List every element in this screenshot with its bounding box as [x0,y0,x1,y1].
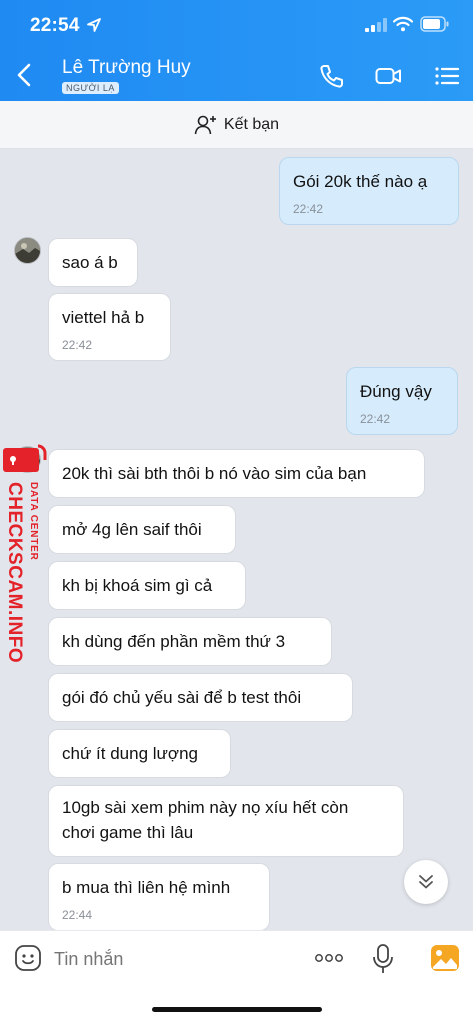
message-text: kh dùng đến phần mềm thứ 3 [62,632,286,651]
message-bubble-incoming[interactable]: viettel hả b 22:42 [48,293,171,361]
scroll-to-bottom-button[interactable] [404,860,448,904]
add-friend-button[interactable]: Kết bạn [0,101,473,149]
message-bubble-incoming[interactable]: 20k thì sài bth thôi b nó vào sim của bạ… [48,449,425,498]
double-chevron-down-icon [419,875,433,889]
message-bubble-incoming[interactable]: mở 4g lên saif thôi [48,505,236,554]
message-text: chứ ít dung lượng [62,744,198,763]
phone-icon[interactable] [318,62,346,90]
video-camera-icon[interactable] [374,62,402,90]
menu-list-icon[interactable] [433,62,461,90]
message-text-line: 10gb sài xem phim này nọ xíu hết còn [62,798,349,817]
battery-icon [420,16,449,32]
message-text: viettel hả b [62,308,145,327]
message-time: 22:42 [293,202,324,216]
message-bubble-incoming[interactable]: sao á b [48,238,138,287]
home-indicator [152,1007,322,1012]
contact-name[interactable]: Lê Trường Huy [62,57,191,79]
status-bar: 22:54 [0,0,473,50]
add-friend-label: Kết bạn [223,115,280,133]
message-text-line: chơi game thì lâu [62,823,194,842]
message-time: 22:42 [62,338,93,352]
message-text: Đúng vậy [360,382,432,401]
message-input[interactable] [54,945,294,973]
chat-header: 22:54 Lê Trường Huy NGƯỜI LẠ [0,0,473,101]
message-text: b mua thì liên hệ mình [62,878,231,897]
location-arrow-icon [87,18,101,32]
message-bubble-incoming[interactable]: chứ ít dung lượng [48,729,231,778]
message-bubble-incoming[interactable]: kh bị khoá sim gì cả [48,561,246,610]
add-user-icon [194,115,216,134]
message-time: 22:42 [360,412,391,426]
wifi-icon [393,16,413,32]
back-chevron-icon[interactable] [14,62,36,88]
sticker-emoji-icon[interactable] [14,944,42,972]
more-options-icon[interactable] [314,951,344,965]
message-text: gói đó chủ yếu sài để b test thôi [62,688,302,707]
message-text: kh bị khoá sim gì cả [62,576,213,595]
watermark-main-text: CHECKSCAM.INFO [4,482,25,664]
status-time: 22:54 [30,15,80,36]
cellular-signal-icon [365,18,387,32]
message-time: 22:44 [62,908,93,922]
message-bubble-incoming[interactable]: 10gb sài xem phim này nọ xíu hết còn chơ… [48,785,404,857]
message-text: sao á b [62,253,118,272]
watermark-sub-text: DATA CENTER [28,482,39,561]
microphone-icon[interactable] [372,943,394,975]
message-bubble-incoming[interactable]: kh dùng đến phần mềm thứ 3 [48,617,332,666]
message-bubble-incoming[interactable]: b mua thì liên hệ mình 22:44 [48,863,270,931]
message-bubble-outgoing[interactable]: Gói 20k thế nào ạ 22:42 [279,157,459,225]
image-gallery-icon[interactable] [430,944,460,972]
message-text: Gói 20k thế nào ạ [293,172,428,191]
checkscam-watermark: CHECKSCAM.INFO DATA CENTER [0,438,48,668]
message-bubble-incoming[interactable]: gói đó chủ yếu sài để b test thôi [48,673,353,722]
message-text: mở 4g lên saif thôi [62,520,202,539]
stranger-badge: NGƯỜI LẠ [62,82,119,94]
message-text: 20k thì sài bth thôi b nó vào sim của bạ… [62,464,367,483]
contact-avatar[interactable] [14,237,41,264]
message-bubble-outgoing[interactable]: Đúng vậy 22:42 [346,367,458,435]
